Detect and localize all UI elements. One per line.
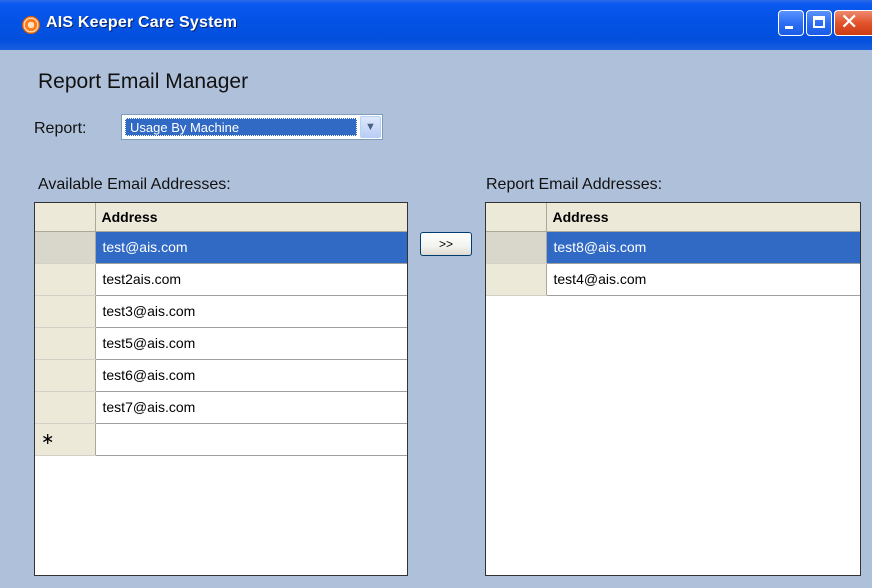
app-logo-icon: [22, 16, 40, 34]
address-cell[interactable]: test5@ais.com: [95, 327, 407, 360]
table-row[interactable]: test5@ais.com: [35, 327, 407, 360]
row-selector[interactable]: [486, 263, 547, 296]
row-header-corner: [35, 203, 96, 232]
address-cell[interactable]: test7@ais.com: [95, 391, 407, 424]
report-label: Report:: [34, 120, 87, 137]
table-row[interactable]: test2ais.com: [35, 263, 407, 296]
grid-header-row: Address: [486, 203, 860, 232]
page-title: Report Email Manager: [38, 70, 249, 93]
table-row[interactable]: test6@ais.com: [35, 359, 407, 392]
table-row[interactable]: test@ais.com: [35, 231, 407, 264]
app-window: AIS Keeper Care System ✕ Report Email Ma…: [0, 0, 872, 588]
row-selector[interactable]: [486, 231, 547, 264]
report-emails-label: Report Email Addresses:: [486, 176, 663, 193]
new-row-icon: ∗: [35, 423, 96, 456]
close-button[interactable]: ✕: [834, 10, 872, 36]
table-row[interactable]: test7@ais.com: [35, 391, 407, 424]
report-emails-grid[interactable]: Address test8@ais.com test4@ais.com: [485, 202, 861, 576]
report-select-value: Usage By Machine: [125, 118, 357, 136]
address-cell[interactable]: test2ais.com: [95, 263, 407, 296]
close-icon: ✕: [840, 10, 859, 35]
row-selector[interactable]: [35, 295, 96, 328]
maximize-icon: [813, 16, 825, 28]
address-column-header[interactable]: Address: [95, 203, 407, 232]
row-selector[interactable]: [35, 327, 96, 360]
add-address-button[interactable]: >>: [420, 232, 472, 256]
grid-header-row: Address: [35, 203, 407, 232]
table-row[interactable]: test3@ais.com: [35, 295, 407, 328]
report-select[interactable]: Usage By Machine ▼: [121, 114, 383, 140]
address-cell[interactable]: test4@ais.com: [546, 263, 860, 296]
address-cell[interactable]: test6@ais.com: [95, 359, 407, 392]
address-column-header[interactable]: Address: [546, 203, 860, 232]
maximize-button[interactable]: [806, 10, 832, 36]
address-cell[interactable]: test3@ais.com: [95, 295, 407, 328]
row-selector[interactable]: [35, 231, 96, 264]
window-title: AIS Keeper Care System: [46, 14, 238, 31]
minimize-button[interactable]: [778, 10, 804, 36]
address-cell[interactable]: test@ais.com: [95, 231, 407, 264]
title-bar[interactable]: AIS Keeper Care System ✕: [0, 0, 872, 50]
row-header-corner: [486, 203, 547, 232]
new-row[interactable]: ∗: [35, 423, 407, 456]
available-emails-grid[interactable]: Address test@ais.com test2ais.com test3@…: [34, 202, 408, 576]
row-selector[interactable]: [35, 391, 96, 424]
row-selector[interactable]: [35, 263, 96, 296]
available-emails-label: Available Email Addresses:: [38, 176, 231, 193]
row-selector[interactable]: [35, 359, 96, 392]
new-address-cell[interactable]: [95, 423, 407, 456]
table-row[interactable]: test8@ais.com: [486, 231, 860, 264]
address-cell[interactable]: test8@ais.com: [546, 231, 860, 264]
minimize-icon: [785, 26, 793, 29]
chevron-down-icon[interactable]: ▼: [360, 116, 381, 138]
table-row[interactable]: test4@ais.com: [486, 263, 860, 296]
